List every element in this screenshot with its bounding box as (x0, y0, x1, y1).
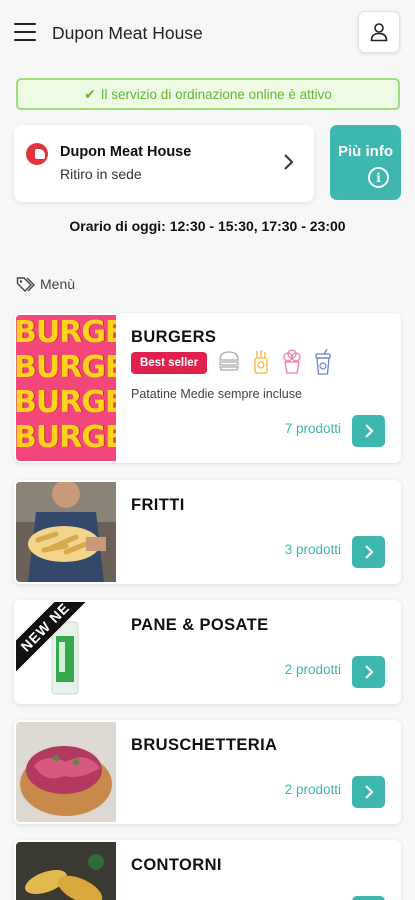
hamburger-menu-button[interactable] (14, 23, 36, 43)
chevron-right-icon (284, 154, 294, 170)
restaurant-card[interactable]: Dupon Meat House Ritiro in sede (14, 125, 314, 202)
open-category-button[interactable] (352, 656, 385, 688)
restaurant-logo (26, 143, 48, 165)
menu-section-label: Menù (16, 276, 75, 292)
thumb-text: BURGERS (16, 385, 116, 420)
hamburger-icon-bar (14, 23, 36, 26)
category-card-pane-posate[interactable]: NEW NE PANE & POSATE 2 prodotti (14, 600, 401, 704)
category-thumbnail: BURGERS BURGERS BURGERS BURGERS (16, 315, 116, 461)
fritti-photo (16, 482, 116, 582)
thumb-text: BURGERS (16, 350, 116, 385)
category-title: BURGERS (131, 328, 217, 346)
category-thumbnail (16, 722, 116, 822)
tag-icon (16, 277, 35, 292)
user-account-button[interactable] (358, 11, 400, 53)
online-ordering-banner: ✔ Il servizio di ordinazione online è at… (16, 78, 400, 110)
category-title: BRUSCHETTERIA (131, 736, 278, 754)
category-title: CONTORNI (131, 856, 222, 874)
category-card-fritti[interactable]: FRITTI 3 prodotti (14, 480, 401, 584)
thumb-text: BURGERS (16, 315, 116, 350)
bruschetta-photo (16, 722, 116, 822)
product-count: 3 prodotti (284, 542, 341, 557)
more-info-label: Più info (338, 143, 393, 160)
user-icon (370, 23, 388, 42)
chevron-right-icon (364, 665, 374, 679)
category-card-burgers[interactable]: BURGERS BURGERS BURGERS BURGERS BURGERS … (14, 313, 401, 463)
opening-hours: Orario di oggi: 12:30 - 15:30, 17:30 - 2… (69, 218, 346, 234)
category-description: Patatine Medie sempre incluse (131, 387, 302, 401)
more-info-button[interactable]: Più info i (330, 125, 401, 200)
chevron-right-icon (364, 785, 374, 799)
thumb-text: BURGERS (16, 420, 116, 455)
category-thumbnail: NEW NE (16, 602, 116, 702)
product-count: 2 prodotti (284, 662, 341, 677)
hamburger-icon-bar (14, 30, 36, 34)
tag-icons (218, 349, 332, 375)
chevron-right-icon (364, 545, 374, 559)
category-title: FRITTI (131, 496, 185, 514)
app-title: Dupon Meat House (52, 23, 203, 43)
product-count: 2 prodotti (284, 782, 341, 797)
service-mode: Ritiro in sede (60, 166, 142, 182)
info-icon: i (368, 167, 389, 188)
chevron-right-icon (364, 424, 374, 438)
drink-icon (315, 349, 331, 375)
check-icon: ✔ (84, 85, 96, 102)
restaurant-name: Dupon Meat House (60, 144, 192, 160)
menu-section-text: Menù (40, 276, 76, 292)
best-seller-badge: Best seller (131, 352, 208, 374)
open-category-button[interactable] (352, 776, 385, 808)
open-category-button[interactable] (352, 536, 385, 568)
ice-cream-icon (283, 349, 301, 374)
category-thumbnail (16, 842, 116, 900)
product-count: 7 prodotti (284, 421, 341, 436)
fries-icon (254, 350, 268, 374)
app-header: Dupon Meat House (0, 0, 415, 66)
category-thumbnail (16, 482, 116, 582)
open-category-button[interactable] (352, 415, 385, 447)
category-title: PANE & POSATE (131, 616, 269, 634)
category-card-bruschetteria[interactable]: BRUSCHETTERIA 2 prodotti (14, 720, 401, 824)
category-card-contorni[interactable]: CONTORNI (14, 840, 401, 900)
hamburger-icon-bar (14, 38, 36, 42)
burger-icon (219, 351, 239, 371)
contorni-photo (16, 842, 116, 900)
banner-text: Il servizio di ordinazione online è atti… (100, 86, 332, 102)
open-category-button[interactable] (352, 896, 385, 900)
